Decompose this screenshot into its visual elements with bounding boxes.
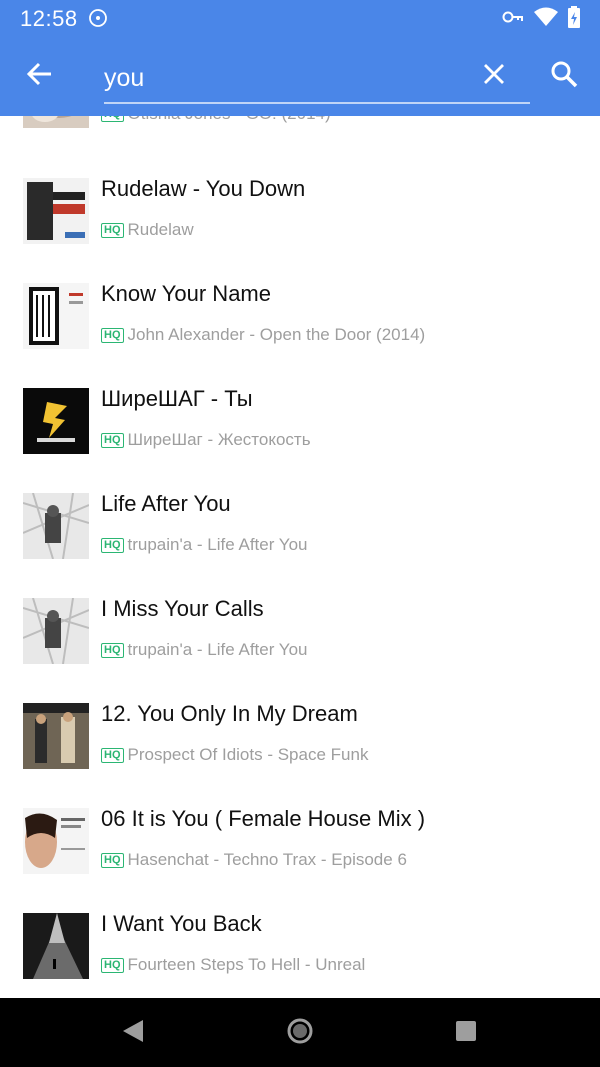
list-item-title: I Miss Your Calls (101, 596, 264, 621)
hq-badge: HQ (101, 852, 124, 868)
list-item-subtitle: HQ trupain'a - Life After You (101, 640, 308, 660)
status-time: 12:58 (20, 6, 78, 31)
list-item[interactable]: I Miss Your Calls HQ trupain'a - Life Af… (0, 596, 600, 703)
list-item[interactable]: 06 It is You ( Female House Mix ) HQ Has… (0, 806, 600, 913)
close-icon (483, 63, 505, 90)
list-item-subtitle: HQ Hasenchat - Techno Trax - Episode 6 (101, 850, 407, 870)
hq-badge: HQ (101, 747, 124, 763)
album-art (23, 703, 89, 769)
list-item[interactable]: HQ Otishia Jones - GO! (2014) (0, 116, 600, 167)
list-item-title: 12. You Only In My Dream (101, 701, 358, 726)
home-circle-icon (286, 1017, 314, 1050)
list-item[interactable]: Know Your Name HQ John Alexander - Open … (0, 281, 600, 388)
list-item-subtitle: HQ trupain'a - Life After You (101, 535, 308, 555)
album-art (23, 808, 89, 874)
list-item-title: I Want You Back (101, 911, 262, 936)
list-item-subtitle: HQ Prospect Of Idiots - Space Funk (101, 745, 368, 765)
search-icon (550, 60, 578, 93)
hq-badge: HQ (101, 957, 124, 973)
nav-back-button[interactable] (118, 1018, 148, 1048)
search-field (104, 52, 530, 104)
clear-button[interactable] (474, 56, 514, 96)
hq-badge: HQ (101, 432, 124, 448)
album-art (23, 493, 89, 559)
album-art (23, 116, 89, 128)
back-button[interactable] (20, 56, 60, 96)
nav-home-button[interactable] (285, 1018, 315, 1048)
list-item[interactable]: 12. You Only In My Dream HQ Prospect Of … (0, 701, 600, 808)
list-item-subtitle: HQ John Alexander - Open the Door (2014) (101, 325, 425, 345)
hq-badge: HQ (101, 642, 124, 658)
list-item-title: Know Your Name (101, 281, 271, 306)
list-item[interactable]: Rudelaw - You Down HQ Rudelaw (0, 176, 600, 283)
nav-recents-button[interactable] (451, 1018, 481, 1048)
search-input[interactable] (104, 60, 464, 96)
search-toolbar (0, 36, 600, 116)
hq-badge: HQ (101, 537, 124, 553)
system-nav-bar (0, 998, 600, 1067)
hq-badge: HQ (101, 327, 124, 343)
album-art (23, 913, 89, 979)
music-disc-icon (88, 8, 108, 28)
list-item-subtitle: HQ Otishia Jones - GO! (2014) (101, 116, 331, 124)
list-item[interactable]: I Want You Back HQ Fourteen Steps To Hel… (0, 911, 600, 998)
list-item-title: ШиреШАГ - Ты (101, 386, 253, 411)
battery-icon (568, 6, 580, 33)
search-button[interactable] (544, 56, 584, 96)
results-list[interactable]: HQ Otishia Jones - GO! (2014) Rudelaw - … (0, 116, 600, 998)
status-icons (502, 6, 580, 33)
list-item-title: Life After You (101, 491, 231, 516)
list-item-title: Rudelaw - You Down (101, 176, 306, 201)
status-bar: 12:58 (0, 0, 600, 36)
list-item-title: 06 It is You ( Female House Mix ) (101, 806, 426, 831)
hq-badge: HQ (101, 222, 124, 238)
album-art (23, 388, 89, 454)
list-item-subtitle: HQ ШиреШаг - Жестокость (101, 430, 311, 450)
wifi-icon (534, 7, 558, 32)
list-item[interactable]: Life After You HQ trupain'a - Life After… (0, 491, 600, 598)
hq-badge: HQ (101, 116, 124, 122)
list-item-subtitle: HQ Fourteen Steps To Hell - Unreal (101, 955, 365, 975)
vpn-key-icon (502, 10, 524, 29)
arrow-back-icon (26, 62, 53, 91)
recents-square-icon (454, 1019, 478, 1048)
back-triangle-icon (121, 1018, 145, 1049)
album-art (23, 178, 89, 244)
album-art (23, 283, 89, 349)
list-item-subtitle: HQ Rudelaw (101, 220, 194, 240)
album-art (23, 598, 89, 664)
list-item[interactable]: ШиреШАГ - Ты HQ ШиреШаг - Жестокость (0, 386, 600, 493)
